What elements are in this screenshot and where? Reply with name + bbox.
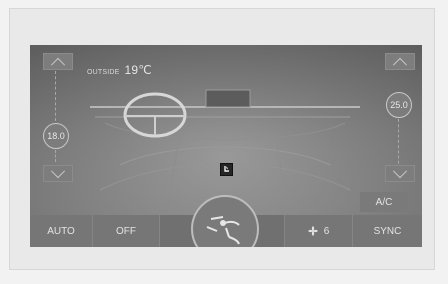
outside-temp-value: 19℃	[124, 63, 152, 77]
climate-screen: 18.0 OUTSIDE 19℃ 25.0 A/C AUTO OFF 6 SYN…	[30, 45, 422, 247]
sync-label: SYNC	[373, 225, 402, 237]
off-label: OFF	[116, 225, 136, 237]
auto-button[interactable]: AUTO	[30, 215, 93, 247]
fan-speed-control[interactable]: 6	[285, 215, 353, 247]
auto-label: AUTO	[47, 225, 75, 237]
airflow-mode-button[interactable]	[191, 195, 259, 247]
left-temp-up-button[interactable]	[43, 53, 73, 72]
right-temp-up-button[interactable]	[385, 53, 415, 72]
left-temp-down-button[interactable]	[43, 163, 73, 182]
ac-button[interactable]: A/C	[360, 192, 408, 212]
seat-heat-icon[interactable]	[220, 163, 233, 176]
airflow-mode-icon	[206, 216, 240, 245]
right-temp-readout: 25.0	[386, 92, 412, 118]
outside-temperature: OUTSIDE 19℃	[87, 63, 152, 77]
outside-label: OUTSIDE	[87, 69, 120, 76]
chevron-up-icon	[50, 57, 66, 72]
right-temp-down-button[interactable]	[385, 163, 415, 182]
ac-label: A/C	[375, 196, 393, 208]
fan-icon	[307, 226, 318, 236]
chevron-down-icon	[50, 163, 66, 178]
chevron-up-icon	[392, 57, 408, 72]
fan-level-value: 6	[323, 225, 330, 237]
left-temp-readout: 18.0	[43, 123, 69, 149]
sync-button[interactable]: SYNC	[353, 215, 422, 247]
right-temp-value: 25.0	[390, 100, 408, 110]
center-screen	[205, 89, 251, 108]
left-temp-scale-lower	[55, 150, 60, 162]
chevron-down-icon	[392, 163, 408, 178]
left-temp-scale	[55, 71, 60, 121]
off-button[interactable]: OFF	[93, 215, 160, 247]
left-temp-value: 18.0	[47, 131, 65, 141]
right-temp-scale	[398, 119, 403, 169]
